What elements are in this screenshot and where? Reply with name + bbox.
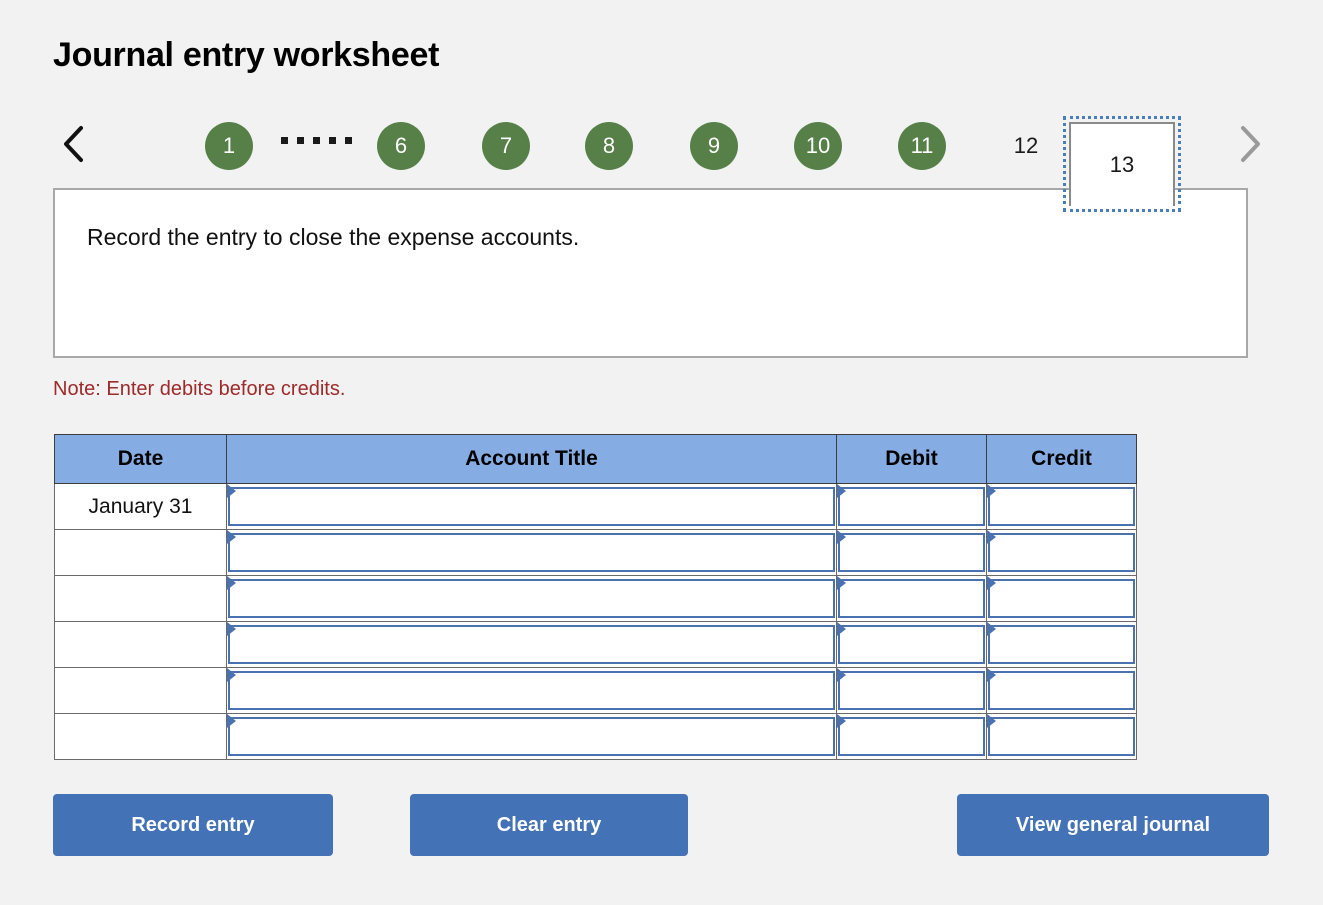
account-title-input[interactable] [228, 717, 835, 756]
dropdown-triangle-icon [227, 530, 236, 544]
debit-input[interactable] [838, 717, 985, 756]
table-row [54, 621, 1137, 668]
dropdown-triangle-icon [837, 668, 846, 682]
pager-step-11[interactable]: 11 [898, 122, 946, 170]
credit-input[interactable] [988, 579, 1135, 618]
pager-step-1[interactable]: 1 [205, 122, 253, 170]
pager-step-8[interactable]: 8 [585, 122, 633, 170]
date-cell[interactable] [54, 575, 227, 622]
account-title-input[interactable] [228, 579, 835, 618]
credit-input[interactable] [988, 671, 1135, 710]
debit-input-cell[interactable] [836, 713, 987, 760]
account-title-input-cell[interactable] [226, 529, 837, 576]
instruction-text: Record the entry to close the expense ac… [87, 224, 580, 250]
debit-input-cell[interactable] [836, 667, 987, 714]
debit-input-cell[interactable] [836, 483, 987, 530]
dropdown-triangle-icon [227, 714, 236, 728]
dropdown-triangle-icon [987, 530, 996, 544]
credit-input[interactable] [988, 717, 1135, 756]
table-header-row: Date Account Title Debit Credit [54, 434, 1137, 484]
column-header-credit: Credit [986, 434, 1137, 484]
table-row: January 31 [54, 483, 1137, 530]
dropdown-triangle-icon [987, 484, 996, 498]
credit-input-cell[interactable] [986, 713, 1137, 760]
account-title-input-cell[interactable] [226, 667, 837, 714]
debit-input-cell[interactable] [836, 621, 987, 668]
dropdown-triangle-icon [987, 668, 996, 682]
dropdown-triangle-icon [227, 576, 236, 590]
journal-entry-worksheet-page: Journal entry worksheet 1 6 7 8 9 10 11 12 13 Re… [0, 0, 1323, 905]
debit-input[interactable] [838, 625, 985, 664]
debit-input-cell[interactable] [836, 575, 987, 622]
pager-step-7[interactable]: 7 [482, 122, 530, 170]
dropdown-triangle-icon [837, 530, 846, 544]
account-title-input[interactable] [228, 671, 835, 710]
dropdown-triangle-icon [987, 576, 996, 590]
credit-input-cell[interactable] [986, 667, 1137, 714]
pager-step-12[interactable]: 12 [1002, 122, 1050, 170]
pager-step-9[interactable]: 9 [690, 122, 738, 170]
pager-ellipsis [281, 137, 352, 144]
dropdown-triangle-icon [227, 484, 236, 498]
credit-input[interactable] [988, 487, 1135, 526]
account-title-input-cell[interactable] [226, 575, 837, 622]
debit-input[interactable] [838, 579, 985, 618]
credit-input-cell[interactable] [986, 621, 1137, 668]
table-row [54, 713, 1137, 760]
date-cell[interactable] [54, 529, 227, 576]
date-cell[interactable]: January 31 [54, 483, 227, 530]
credit-input-cell[interactable] [986, 483, 1137, 530]
account-title-input[interactable] [228, 625, 835, 664]
date-cell[interactable] [54, 713, 227, 760]
pager-step-13[interactable]: 13 [1063, 116, 1181, 212]
view-general-journal-button[interactable]: View general journal [957, 794, 1269, 856]
dropdown-triangle-icon [837, 714, 846, 728]
table-row [54, 575, 1137, 622]
credit-input-cell[interactable] [986, 529, 1137, 576]
dropdown-triangle-icon [987, 714, 996, 728]
table-row [54, 529, 1137, 576]
credit-input[interactable] [988, 533, 1135, 572]
record-entry-button[interactable]: Record entry [53, 794, 333, 856]
clear-entry-button[interactable]: Clear entry [410, 794, 688, 856]
column-header-account: Account Title [226, 434, 837, 484]
date-cell[interactable] [54, 621, 227, 668]
instruction-panel: Record the entry to close the expense ac… [53, 188, 1248, 358]
pager-step-10[interactable]: 10 [794, 122, 842, 170]
credit-input[interactable] [988, 625, 1135, 664]
account-title-input-cell[interactable] [226, 621, 837, 668]
dropdown-triangle-icon [987, 622, 996, 636]
account-title-input-cell[interactable] [226, 483, 837, 530]
worksheet-pager: 1 6 7 8 9 10 11 12 13 [53, 105, 1268, 212]
pager-step-6[interactable]: 6 [377, 122, 425, 170]
dropdown-triangle-icon [227, 622, 236, 636]
date-cell[interactable] [54, 667, 227, 714]
dropdown-triangle-icon [837, 622, 846, 636]
dropdown-triangle-icon [837, 576, 846, 590]
dropdown-triangle-icon [837, 484, 846, 498]
column-header-debit: Debit [836, 434, 987, 484]
account-title-input-cell[interactable] [226, 713, 837, 760]
debit-input-cell[interactable] [836, 529, 987, 576]
page-title: Journal entry worksheet [53, 36, 440, 74]
prev-page-button[interactable] [57, 122, 91, 166]
next-page-button[interactable] [1232, 122, 1266, 166]
journal-entry-table: Date Account Title Debit Credit January … [54, 434, 1137, 760]
dropdown-triangle-icon [227, 668, 236, 682]
account-title-input[interactable] [228, 487, 835, 526]
table-row [54, 667, 1137, 714]
debit-input[interactable] [838, 671, 985, 710]
debit-input[interactable] [838, 533, 985, 572]
account-title-input[interactable] [228, 533, 835, 572]
debits-before-credits-note: Note: Enter debits before credits. [53, 378, 346, 400]
credit-input-cell[interactable] [986, 575, 1137, 622]
debit-input[interactable] [838, 487, 985, 526]
column-header-date: Date [54, 434, 227, 484]
